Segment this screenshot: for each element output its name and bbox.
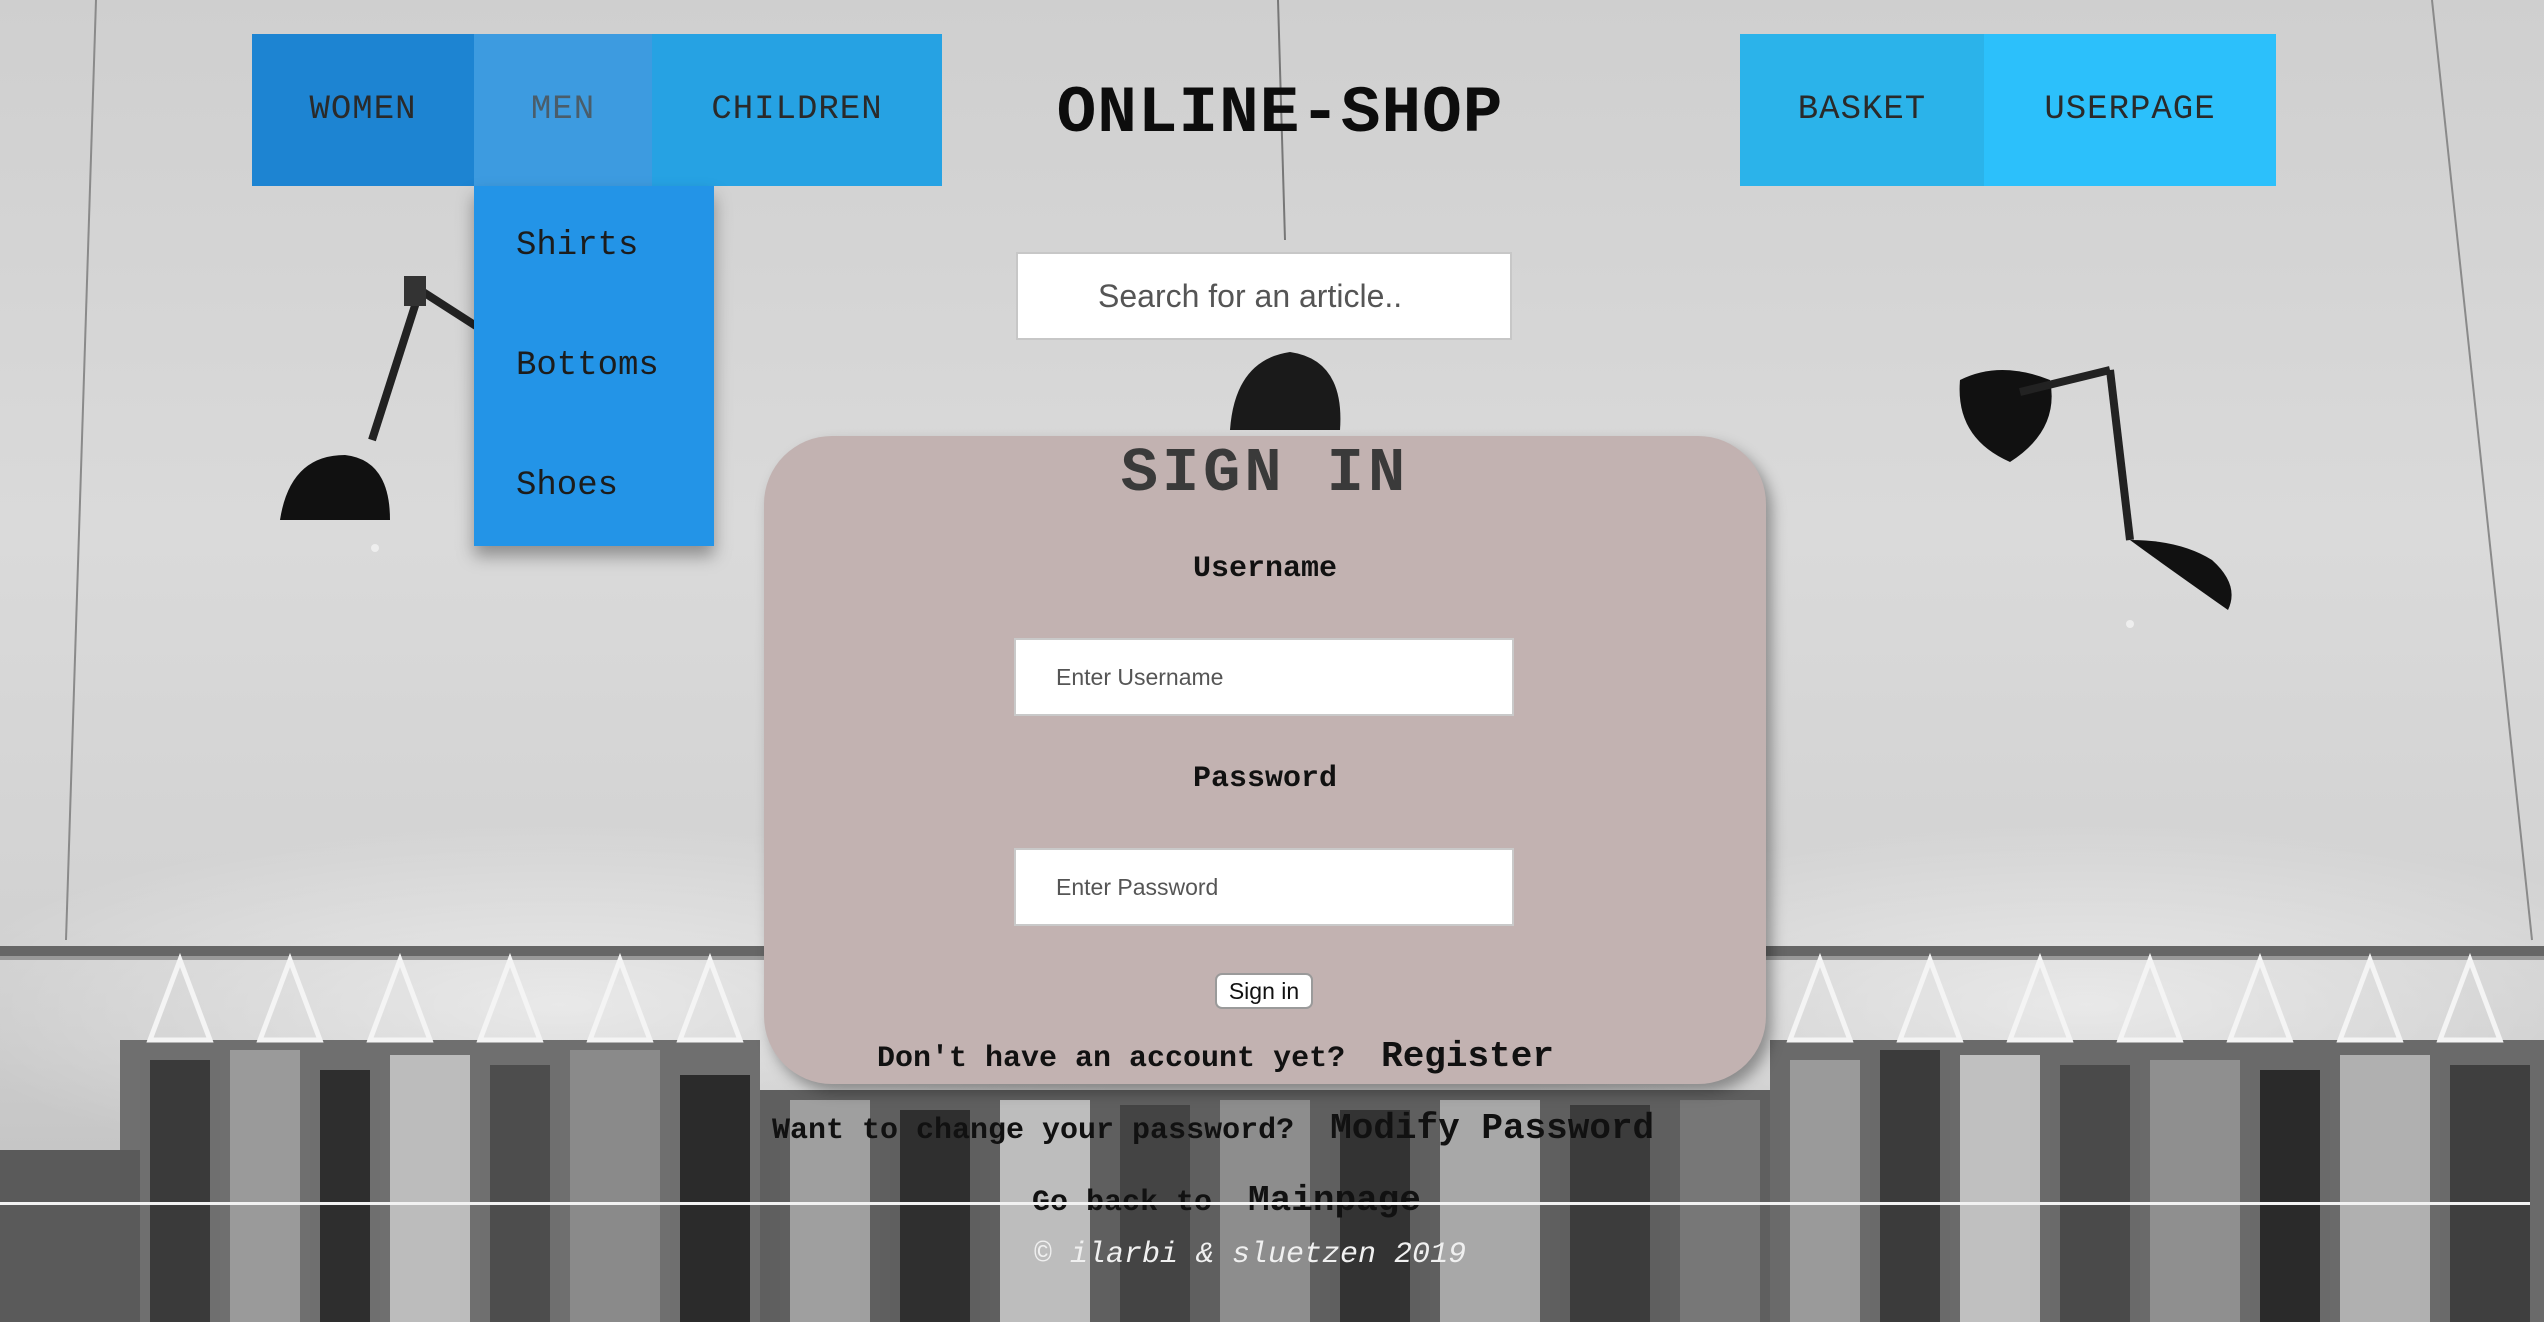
username-field[interactable] (1014, 638, 1514, 716)
register-question: Don't have an account yet? (877, 1042, 1346, 1076)
signin-title: SIGN IN (1120, 438, 1410, 509)
register-link[interactable]: Register (1381, 1036, 1554, 1077)
signin-button[interactable]: Sign in (1215, 973, 1313, 1009)
center-lamp-illustration (1230, 352, 1341, 430)
username-label: Username (1192, 552, 1338, 586)
nav-basket[interactable]: BASKET (1740, 34, 1984, 186)
mainpage-link[interactable]: Mainpage (1248, 1180, 1421, 1221)
nav-men[interactable]: MEN (474, 34, 652, 186)
account-nav: BASKET USERPAGE (1740, 34, 2276, 186)
left-lamp-illustration (280, 276, 479, 552)
dropdown-item-bottoms[interactable]: Bottoms (474, 306, 714, 426)
right-garments-illustration (1770, 1040, 2544, 1322)
password-field[interactable] (1014, 848, 1514, 926)
modify-password-question: Want to change your password? (772, 1114, 1295, 1148)
dropdown-item-shirts[interactable]: Shirts (474, 186, 714, 306)
left-garments-illustration (0, 1040, 760, 1322)
category-nav: WOMEN MEN CHILDREN (252, 34, 942, 186)
register-row: Don't have an account yet? Register (877, 1036, 1554, 1077)
search-input[interactable] (1016, 252, 1512, 340)
site-title: ONLINE-SHOP (1056, 76, 1504, 151)
nav-women[interactable]: WOMEN (252, 34, 474, 186)
footer-copyright: © ilarbi & sluetzen 2019 (1034, 1238, 1467, 1272)
mainpage-row: Go back to Mainpage (1032, 1180, 1421, 1221)
nav-children[interactable]: CHILDREN (652, 34, 942, 186)
footer-divider (0, 1202, 2530, 1205)
modify-password-row: Want to change your password? Modify Pas… (772, 1108, 1654, 1149)
password-label: Password (1192, 762, 1338, 796)
modify-password-link[interactable]: Modify Password (1330, 1108, 1654, 1149)
nav-userpage[interactable]: USERPAGE (1984, 34, 2276, 186)
